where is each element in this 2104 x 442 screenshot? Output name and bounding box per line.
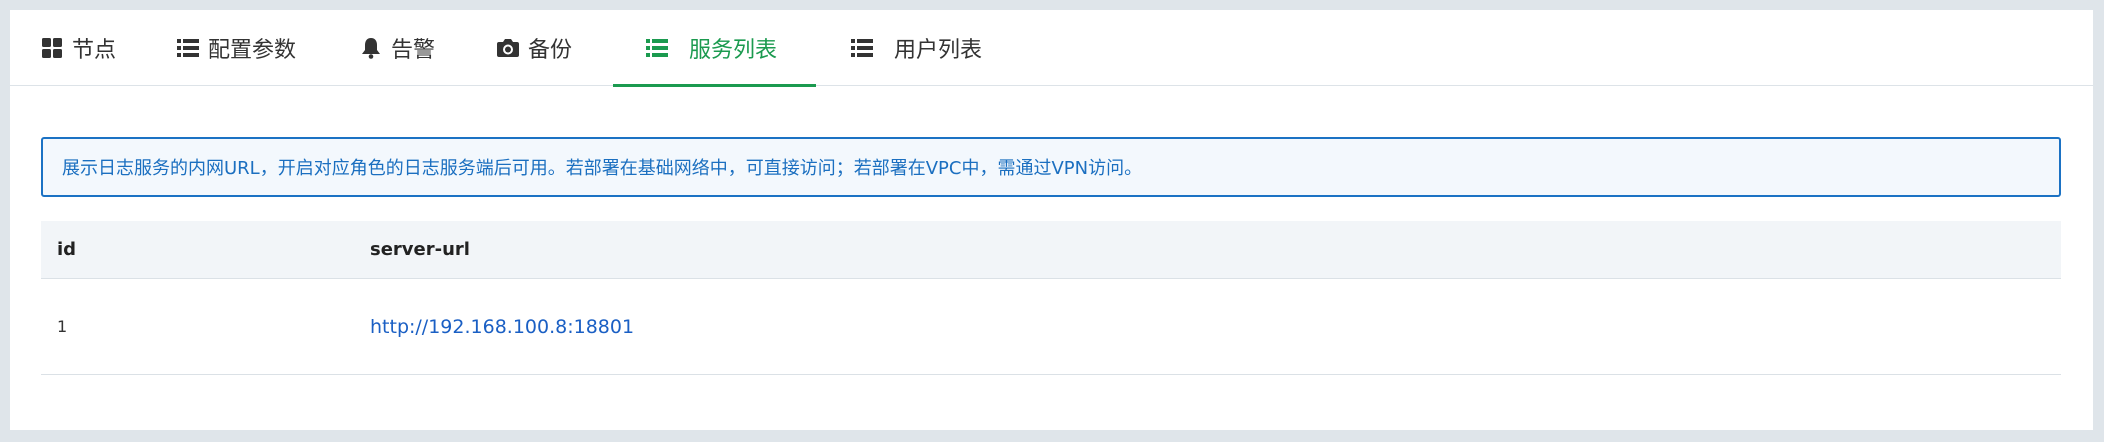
list-icon [176, 36, 200, 60]
list-icon [850, 36, 874, 60]
tab-label: 告警 [391, 38, 436, 63]
tab-label: 服务列表 [689, 38, 778, 63]
notice-text: 展示日志服务的内网URL，开启对应角色的日志服务端后可用。若部署在基础网络中，可… [62, 158, 1143, 179]
column-header-server-url: server-url [370, 239, 470, 260]
table-row: 1 http://192.168.100.8:18801 [41, 279, 2061, 375]
info-notice: 展示日志服务的内网URL，开启对应角色的日志服务端后可用。若部署在基础网络中，可… [41, 137, 2061, 197]
tab-label: 节点 [72, 38, 117, 63]
row-id: 1 [57, 317, 68, 336]
grid-icon [40, 36, 64, 60]
column-header-id: id [57, 239, 77, 260]
tab-config-params[interactable]: 配置参数 [176, 10, 296, 86]
tab-service-list[interactable]: 服务列表 [613, 10, 817, 87]
table-header: id server-url [41, 221, 2061, 279]
tab-alerts[interactable]: 告警 [359, 10, 435, 86]
row-server-url-cell: http://192.168.100.8:18801 [370, 279, 634, 374]
list-icon [645, 36, 669, 60]
tab-backup[interactable]: 备份 [496, 10, 572, 86]
tab-bar: 节点 配置参数 告警 备份 服务列表 用户列表 [10, 10, 2093, 87]
server-url-link[interactable]: http://192.168.100.8:18801 [370, 316, 634, 338]
tab-label: 配置参数 [208, 38, 297, 63]
tab-user-list[interactable]: 用户列表 [850, 10, 982, 86]
service-list-panel: 节点 配置参数 告警 备份 服务列表 用户列表 展示日志服务的内网URL，开启对… [10, 10, 2093, 430]
camera-icon [496, 36, 520, 60]
tab-label: 备份 [528, 38, 573, 63]
service-table: id server-url 1 http://192.168.100.8:188… [41, 221, 2061, 375]
tab-label: 用户列表 [894, 38, 983, 63]
tab-nodes[interactable]: 节点 [40, 10, 116, 86]
bell-icon [359, 36, 383, 60]
